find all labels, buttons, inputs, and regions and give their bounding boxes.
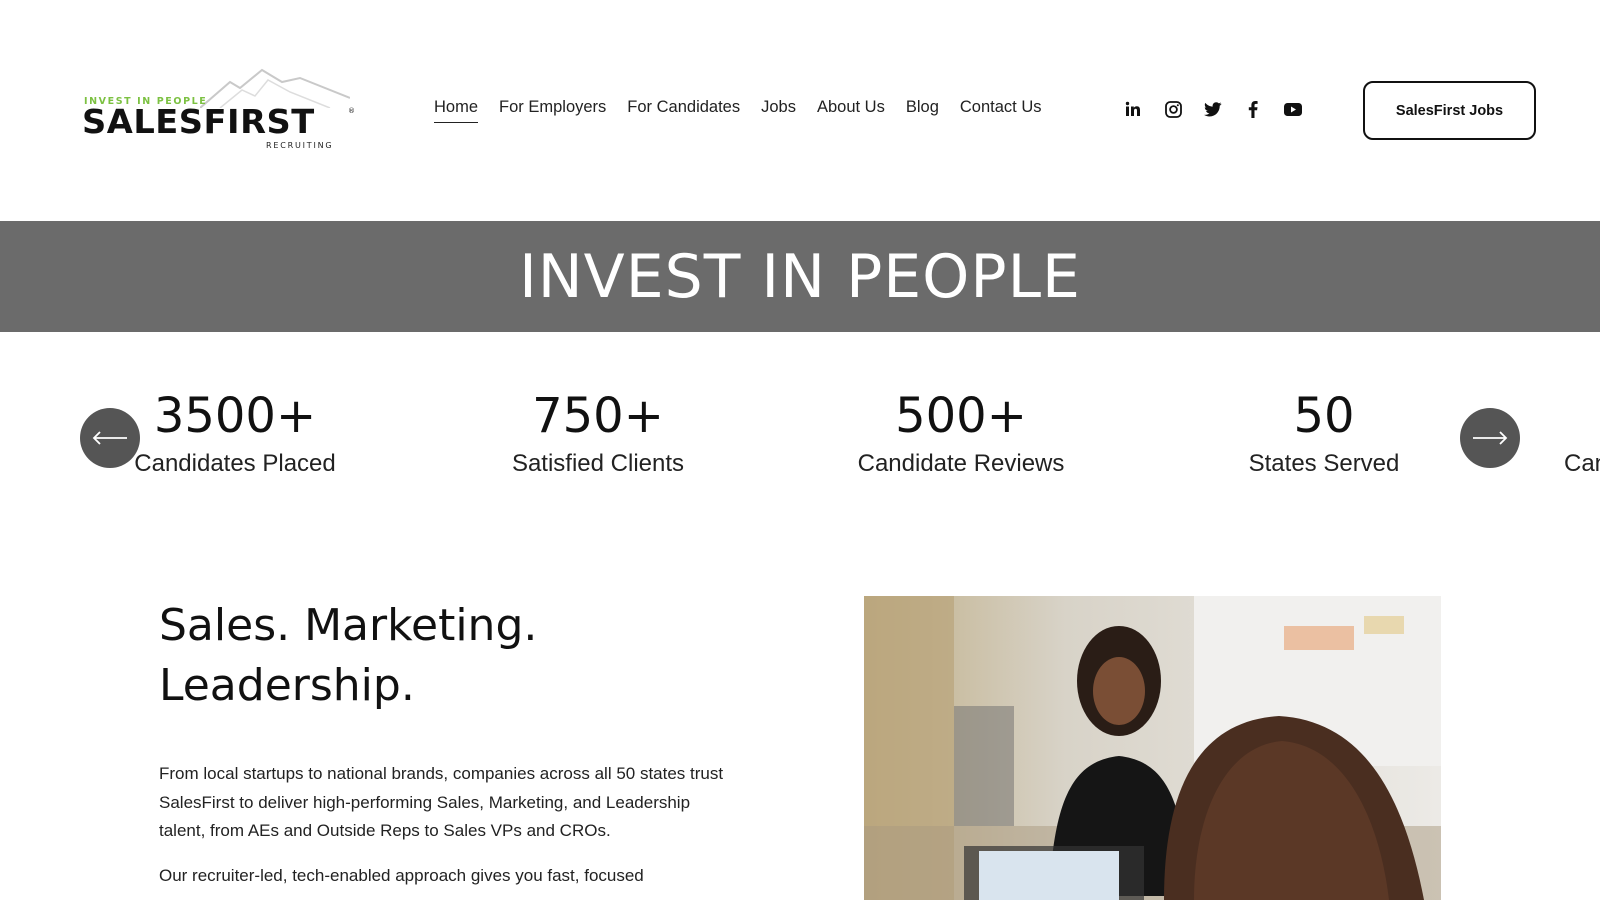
stat-value: 50 (1293, 388, 1355, 444)
logo-wordmark: SALESFIRST (82, 102, 315, 141)
stat-item: 500+ Candidate Reviews (811, 388, 1111, 478)
stat-label: Can (1564, 450, 1600, 477)
stat-item: 750+ Satisfied Clients (448, 388, 748, 478)
intro-paragraph-1: From local startups to national brands, … (159, 764, 724, 840)
stat-label: States Served (1248, 450, 1400, 477)
facebook-icon[interactable] (1244, 100, 1262, 118)
banner-title: INVEST IN PEOPLE (519, 241, 1081, 312)
twitter-icon[interactable] (1204, 100, 1222, 118)
stat-label: Candidate Reviews (857, 450, 1065, 477)
nav-for-employers[interactable]: For Employers (499, 98, 606, 123)
stat-value (1564, 388, 1600, 444)
arrow-left-icon (92, 431, 127, 445)
stat-item-partial: Can (1564, 388, 1600, 478)
social-links (1124, 100, 1302, 118)
office-photo (864, 596, 1441, 900)
site-header: INVEST IN PEOPLE SALESFIRST ® RECRUITING… (0, 0, 1600, 220)
nav-jobs[interactable]: Jobs (761, 98, 796, 123)
stat-label: Satisfied Clients (511, 450, 685, 477)
nav-blog[interactable]: Blog (906, 98, 939, 123)
instagram-icon[interactable] (1164, 100, 1182, 118)
carousel-prev-button[interactable] (80, 408, 140, 468)
hero-banner: INVEST IN PEOPLE (0, 221, 1600, 332)
section-headline: Sales. Marketing. Leadership. (159, 596, 739, 716)
carousel-next-button[interactable] (1460, 408, 1520, 468)
stat-value: 750+ (532, 388, 664, 444)
headline-line-2: Leadership. (159, 660, 415, 711)
office-scene-image (864, 596, 1441, 900)
main-nav: Home For Employers For Candidates Jobs A… (434, 98, 1063, 123)
logo-subtitle: RECRUITING (266, 141, 334, 150)
nav-contact-us[interactable]: Contact Us (960, 98, 1042, 123)
stat-item: 50 States Served (1174, 388, 1474, 478)
salesfirst-jobs-button[interactable]: SalesFirst Jobs (1363, 81, 1536, 140)
headline-line-1: Sales. Marketing. (159, 600, 538, 651)
linkedin-icon[interactable] (1124, 100, 1142, 118)
stat-value: 500+ (895, 388, 1027, 444)
arrow-right-icon (1473, 431, 1508, 445)
logo-registered-mark: ® (348, 107, 355, 115)
nav-for-candidates[interactable]: For Candidates (627, 98, 740, 123)
youtube-icon[interactable] (1284, 100, 1302, 118)
intro-section: Sales. Marketing. Leadership. (159, 596, 739, 716)
intro-paragraph-2: Our recruiter-led, tech-enabled approach… (159, 866, 644, 885)
nav-home[interactable]: Home (434, 98, 479, 123)
salesfirst-logo[interactable]: INVEST IN PEOPLE SALESFIRST ® RECRUITING (82, 68, 362, 152)
stats-carousel: 3500+ Candidates Placed 750+ Satisfied C… (0, 332, 1600, 532)
nav-about-us[interactable]: About Us (817, 98, 885, 123)
